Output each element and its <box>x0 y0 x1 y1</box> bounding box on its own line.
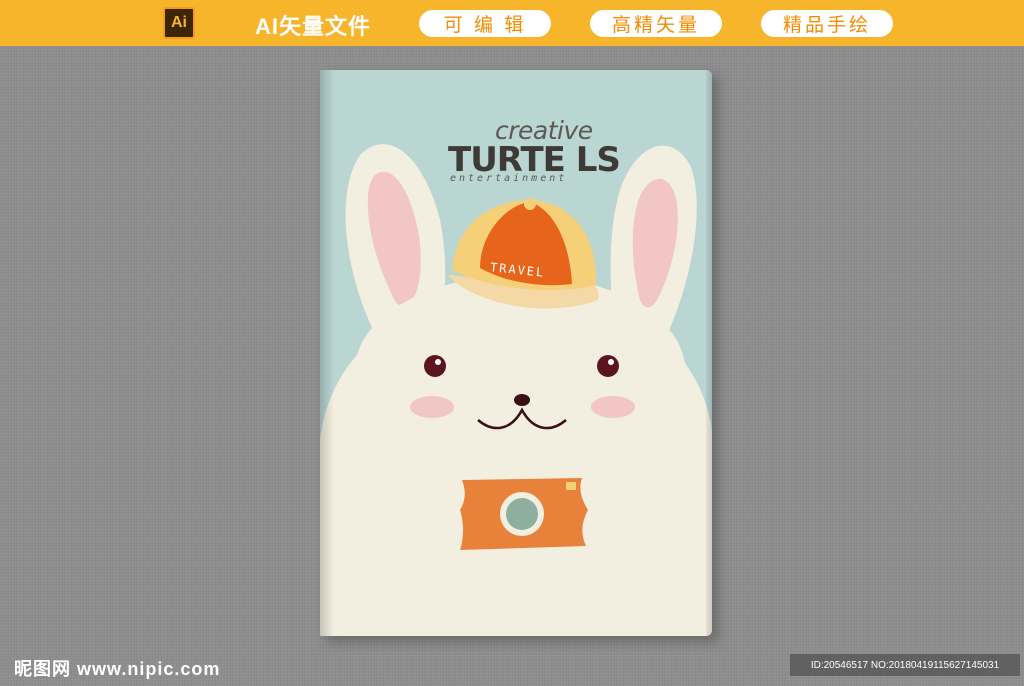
pill-hand-drawn: 精品手绘 <box>761 10 893 37</box>
site-watermark: 昵图网 www.nipic.com <box>14 659 221 679</box>
rabbit-left-cheek <box>410 396 454 418</box>
ai-icon-label: Ai <box>171 14 187 31</box>
camera-icon <box>460 478 588 550</box>
image-id-watermark: ID:20546517 NO:20180419115627145031 <box>790 654 1020 676</box>
spine-shade <box>320 70 334 636</box>
top-banner: Ai AI矢量文件 可 编 辑 高精矢量 精品手绘 <box>0 0 1024 46</box>
pill-high-precision: 高精矢量 <box>590 10 722 37</box>
rabbit-left-eye <box>424 355 446 377</box>
page-edge <box>706 70 712 636</box>
pill-editable: 可 编 辑 <box>419 10 551 37</box>
rabbit-nose <box>514 394 530 406</box>
hat-button <box>524 198 536 210</box>
logo-entertainment: entertainment <box>450 173 568 184</box>
banner-title: AI矢量文件 <box>255 14 372 39</box>
rabbit-right-eye <box>597 355 619 377</box>
rabbit-right-cheek <box>591 396 635 418</box>
ai-file-icon: Ai <box>163 7 195 39</box>
booklet-cover: creative TURTE LS entertainment TRAVEL <box>320 70 712 636</box>
